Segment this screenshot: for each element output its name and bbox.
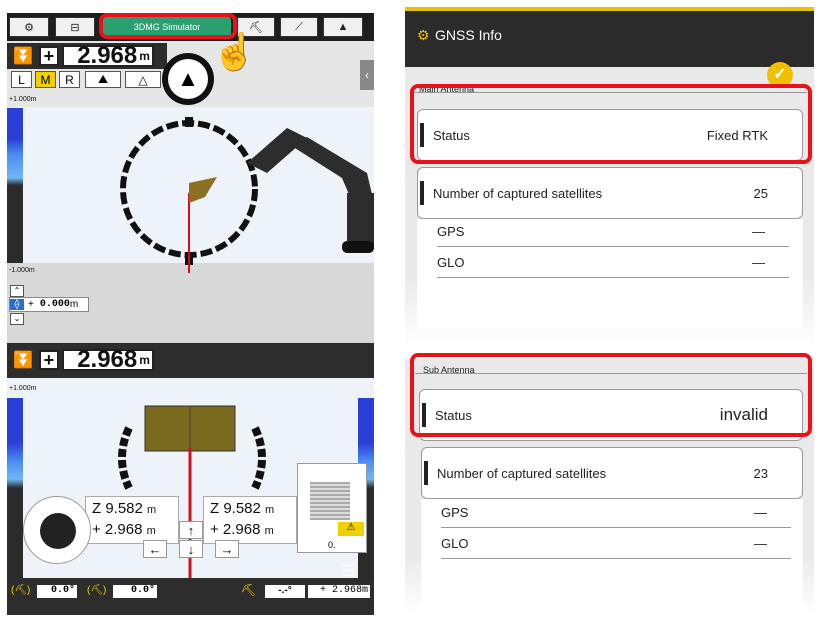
right-edge-readout: Z 9.582 m + 2.968 m [203, 496, 297, 544]
sub-glo-row: GLO — [441, 529, 791, 559]
target-surface-button[interactable]: ⛰ [85, 71, 121, 88]
height-value: 2.968 m [61, 42, 154, 69]
sub-gps-value: — [754, 505, 767, 520]
roll-icon: (⛏) [11, 585, 31, 596]
offset-sign: + [28, 299, 34, 310]
warning-icon: ▲ [337, 21, 349, 33]
triangle-surface-button[interactable]: △ [125, 71, 161, 88]
sub-sats-row: Number of captured satellites 23 [421, 447, 803, 499]
joystick-knob[interactable] [40, 513, 76, 549]
mode-m[interactable]: M [35, 71, 56, 88]
offset-unit: m [69, 299, 79, 310]
gear-icon: ⚙ [417, 27, 430, 43]
minimap-grid [310, 482, 350, 520]
scroll-fade [405, 279, 814, 359]
rotation-dial [120, 117, 258, 273]
joystick[interactable] [23, 496, 91, 564]
layout-icon: ⊟ [70, 21, 80, 34]
offset-icon: ⟠ [10, 299, 24, 310]
machine-guidance-screen: ⚙ ⊟ 3DMG Simulator ⛏ ⟋ ▲ ⏬ + 2.968 m L M … [7, 13, 374, 615]
menu-icon[interactable]: ☰ [341, 561, 355, 581]
height-header: ⏬ + 2.968 m [7, 42, 167, 69]
sub-gps-row: GPS — [441, 498, 791, 528]
sub-glo-label: GLO [441, 536, 469, 551]
bucket-angle: -.-° [265, 585, 305, 598]
surface-icon: ⛰ [97, 72, 109, 86]
sign: + [38, 46, 59, 66]
simulator-highlight [99, 13, 237, 39]
lower-height-header: ⏬ + 2.968 m [7, 346, 167, 373]
compass-icon[interactable]: ▲ [162, 53, 214, 105]
surface-warning-icon[interactable]: ⚠ [338, 522, 364, 536]
lower-scale-top-label: +1.000m [9, 385, 37, 392]
main-sats-label: Number of captured satellites [433, 185, 603, 201]
pitch-icon: (⛏) [87, 585, 107, 596]
mode-l[interactable]: L [11, 71, 32, 88]
bucket-icon: ⛏ [241, 583, 257, 597]
offset-field[interactable]: ⟠ + 0.000 m [9, 297, 89, 312]
down-arrow-icon: ⏬ [13, 352, 33, 369]
main-gps-value: — [752, 224, 765, 239]
offset-down-button[interactable]: ⌄ [10, 313, 24, 325]
mode-r[interactable]: R [59, 71, 80, 88]
layout-tab[interactable]: ⊟ [55, 17, 95, 37]
offset-value: 0.000 [39, 299, 70, 310]
main-sats-value: 25 [753, 185, 768, 201]
settings-tab[interactable]: ⚙ [9, 17, 49, 37]
side-panel-toggle[interactable]: ‹ [360, 60, 374, 90]
scroll-fade-bottom [405, 560, 814, 623]
gear-icon: ⚙ [24, 21, 34, 34]
roll-angle: 0.0° [37, 585, 77, 598]
top-accent-bar [405, 7, 814, 11]
lower-height-value: 2.968 m [61, 346, 154, 373]
north-arrow-icon: ▲ [168, 59, 208, 99]
row-marker [420, 181, 424, 205]
slope-view-tab[interactable]: ⟋ [280, 17, 318, 37]
main-status-highlight [410, 84, 812, 164]
arrow-left-button[interactable]: ← [143, 540, 167, 558]
main-gps-row: GPS — [437, 217, 789, 247]
minimap[interactable]: ⚠ 0. [297, 463, 367, 553]
slope-icon: ⟋ [295, 20, 303, 33]
main-glo-value: — [752, 255, 765, 270]
arrow-down-button[interactable]: ↓ [179, 540, 203, 558]
down-arrow-icon: ⏬ [13, 48, 33, 65]
left-edge-readout: Z 9.582 m + 2.968 m [85, 496, 179, 544]
arrow-up-button[interactable]: ↑ [179, 521, 203, 539]
sub-sats-value: 23 [753, 465, 768, 481]
lower-gauge-left [7, 398, 23, 578]
scale-bottom-label: -1.000m [9, 267, 35, 274]
excavator-illustration [247, 128, 374, 253]
sub-gps-label: GPS [441, 505, 469, 520]
bottom-height: + 2.968m [308, 585, 370, 598]
minimap-label: 0. [328, 540, 336, 550]
pitch-angle: 0.0° [113, 585, 157, 598]
warning-tab[interactable]: ▲ [323, 17, 363, 37]
arrow-right-button[interactable]: → [215, 540, 239, 558]
sub-glo-value: — [754, 536, 767, 551]
main-glo-row: GLO — [437, 248, 789, 278]
main-sats-row: Number of captured satellites 25 [417, 167, 803, 219]
offset-up-button[interactable]: ⌃ [10, 285, 24, 297]
page-title: GNSS Info [435, 27, 502, 43]
row-marker [424, 461, 428, 485]
main-gps-label: GPS [437, 224, 465, 239]
scale-top-label: +1.000m [9, 96, 37, 103]
lower-sign: + [38, 350, 59, 370]
sub-sats-label: Number of captured satellites [437, 465, 607, 481]
triangle-icon: △ [138, 72, 148, 87]
main-glo-label: GLO [437, 255, 465, 270]
height-gauge-left [7, 108, 23, 263]
sub-status-highlight [410, 353, 812, 437]
